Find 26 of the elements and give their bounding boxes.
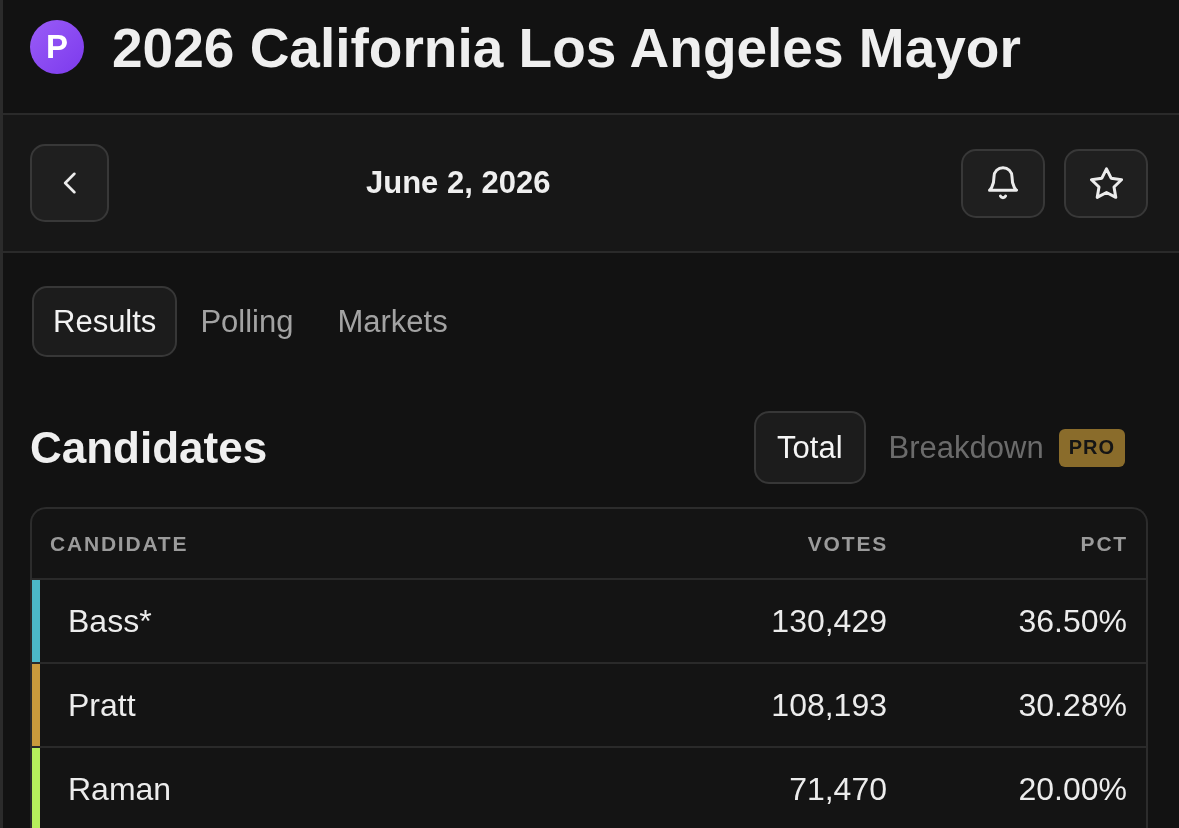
section-title: Candidates [30, 422, 268, 473]
percent-cell-text: 30.28% [1017, 685, 1128, 725]
column-header: VOTES [806, 531, 889, 556]
view-toggle[interactable]: Breakdown PRO [865, 411, 1148, 484]
tab[interactable]: Markets [316, 286, 469, 357]
view-toggle[interactable]: Total [754, 411, 866, 484]
votes-cell-text: 108,193 [770, 685, 888, 725]
pro-tag: PRO [1058, 428, 1125, 467]
column-header: PCT [1079, 531, 1129, 556]
chevron-left-icon [63, 172, 76, 194]
tab[interactable]: Polling [179, 286, 315, 357]
percent-cell-text: 20.00% [1017, 769, 1128, 809]
date-label: June 2, 2026 [366, 165, 551, 201]
percent-cell-text: 36.50% [1017, 601, 1128, 641]
logo: P [30, 20, 84, 74]
tab[interactable]: Results [32, 286, 178, 357]
candidate-name-cell-text: Raman [67, 769, 173, 809]
bell-icon [988, 166, 1018, 200]
candidate-name-cell-text: Bass* [67, 601, 153, 641]
votes-cell-text: 130,429 [770, 601, 888, 641]
candidate-name-cell-text: Pratt [67, 685, 137, 725]
star-icon [1089, 166, 1123, 200]
notifications-button[interactable] [961, 148, 1045, 218]
favorite-button[interactable] [1064, 148, 1148, 218]
column-header: CANDIDATE [49, 531, 190, 556]
votes-cell-text: 71,470 [788, 769, 888, 809]
